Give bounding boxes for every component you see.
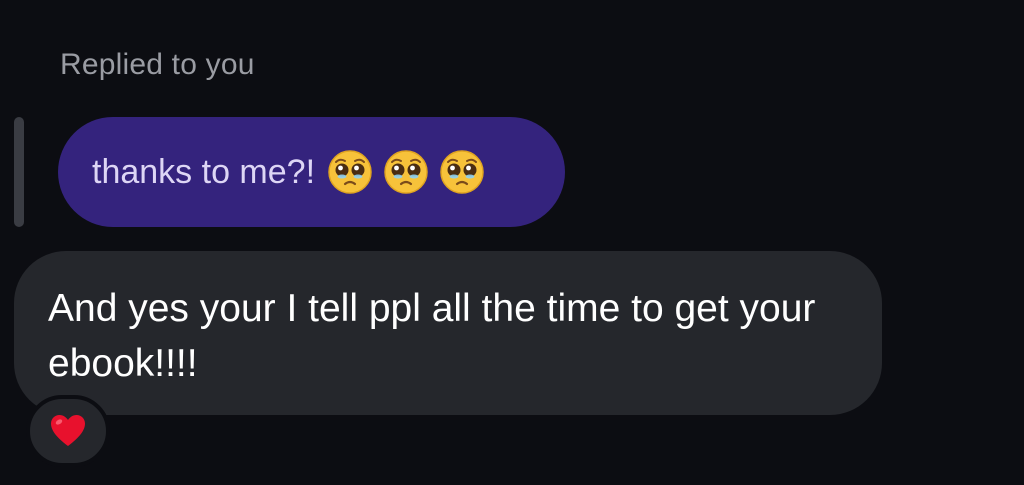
pleading-face-emoji-icon xyxy=(384,150,428,194)
received-message-text: And yes your I tell ppl all the time to … xyxy=(48,287,816,385)
pleading-face-emoji-icon xyxy=(440,150,484,194)
pleading-face-emoji-icon xyxy=(328,150,372,194)
replied-to-you-caption: Replied to you xyxy=(60,48,255,81)
red-heart-icon xyxy=(51,415,85,446)
quoted-message-bubble[interactable]: thanks to me?! xyxy=(58,117,565,227)
quoted-emoji-row xyxy=(327,149,485,195)
received-message-bubble[interactable]: And yes your I tell ppl all the time to … xyxy=(14,251,882,415)
heart-reaction-badge[interactable] xyxy=(26,395,110,467)
reply-indicator-bar xyxy=(14,117,24,227)
quoted-message-text: thanks to me?! xyxy=(92,152,316,191)
chat-thread: Replied to you thanks to me?! And yes yo… xyxy=(0,0,1024,485)
